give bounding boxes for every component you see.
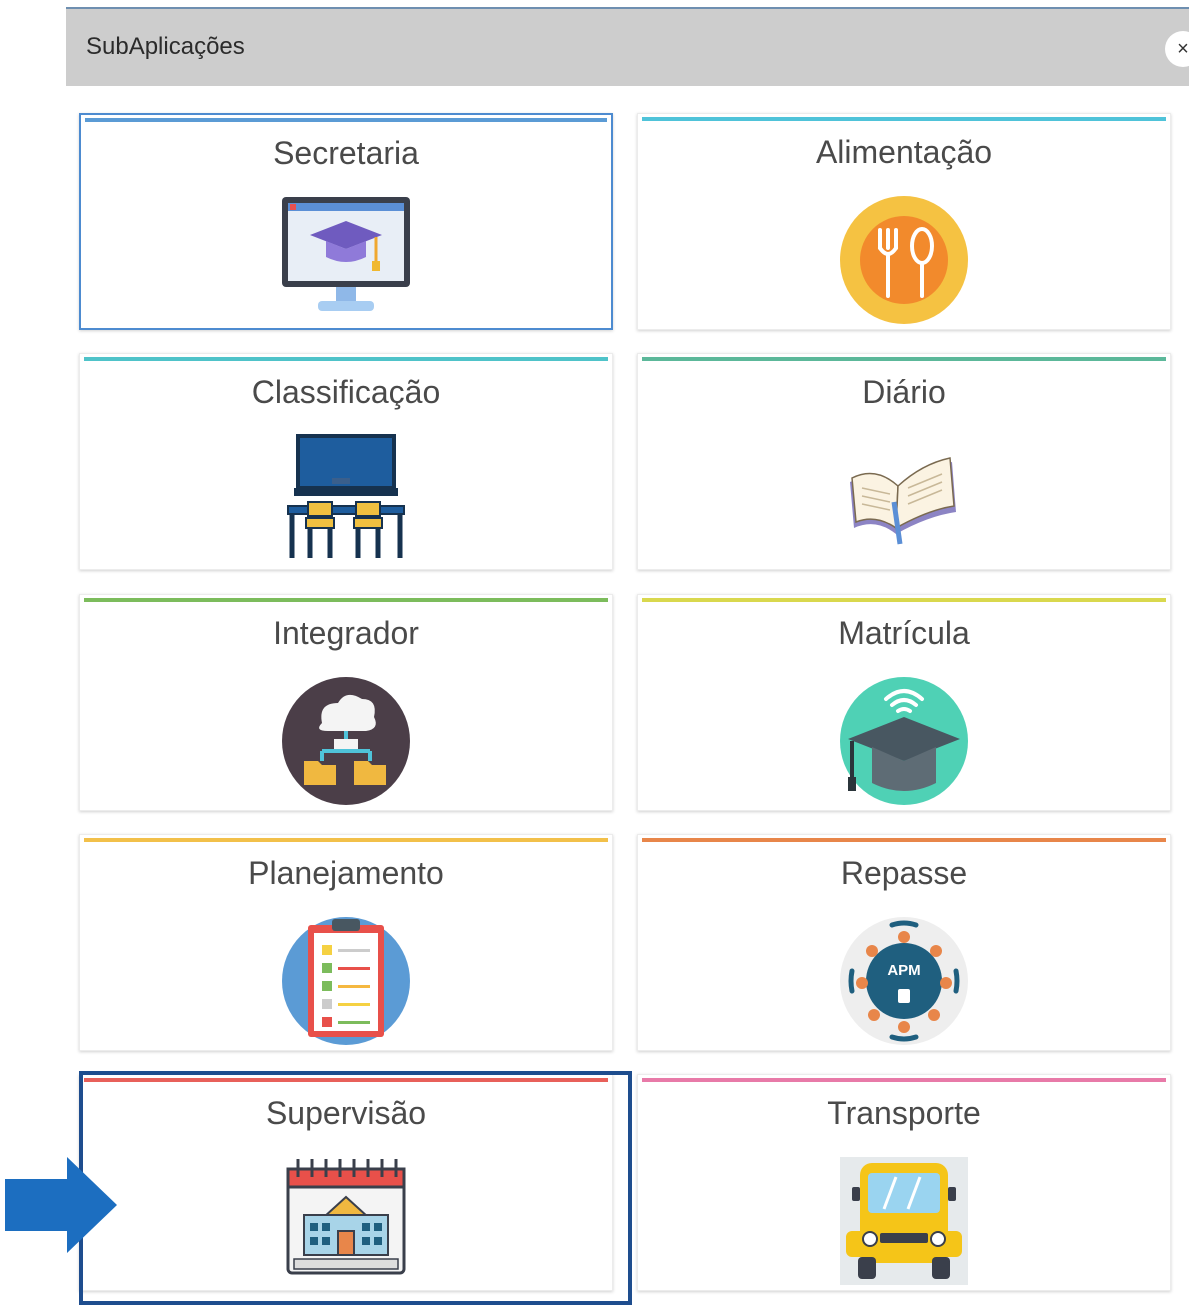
open-book-icon [850, 457, 956, 545]
card-accent-line [84, 598, 608, 602]
app-card-supervisao[interactable]: Supervisão [79, 1074, 613, 1291]
card-accent-line [84, 1078, 608, 1082]
card-accent-line [642, 357, 1166, 361]
app-label: Integrador [273, 615, 419, 651]
app-card-diario[interactable]: Diário [637, 353, 1171, 570]
app-label: Alimentação [815, 134, 993, 170]
apm-network-icon: APM [840, 917, 968, 1045]
calendar-school-icon [286, 1159, 406, 1275]
card-accent-line [642, 1078, 1166, 1082]
app-label: Matrícula [838, 615, 970, 651]
pointer-arrow-icon [5, 1157, 117, 1253]
card-accent-line [85, 118, 607, 122]
app-label: Diário [862, 374, 946, 410]
app-label: Planejamento [248, 855, 444, 891]
app-label: Transporte [827, 1095, 981, 1131]
app-label: Repasse [840, 855, 968, 891]
card-accent-line [642, 598, 1166, 602]
app-card-repasse[interactable]: Repasse APM [637, 834, 1171, 1051]
school-bus-icon [840, 1157, 968, 1285]
fork-spoon-icon [840, 196, 968, 324]
app-card-alimentacao[interactable]: Alimentação [637, 113, 1171, 330]
modal-header: SubAplicações × [66, 7, 1189, 86]
computer-graduation-icon [282, 197, 410, 311]
card-accent-line [84, 838, 608, 842]
app-label: Supervisão [265, 1095, 427, 1131]
app-card-planejamento[interactable]: Planejamento [79, 834, 613, 1051]
clipboard-checklist-icon [282, 917, 410, 1045]
graduation-cap-wifi-icon [840, 677, 968, 805]
classroom-icon [287, 434, 405, 558]
card-accent-line [84, 357, 608, 361]
card-accent-line [642, 838, 1166, 842]
app-label: Secretaria [273, 135, 419, 171]
app-card-secretaria[interactable]: Secretaria [79, 113, 613, 330]
app-card-integrador[interactable]: Integrador [79, 594, 613, 811]
app-label: Classificação [251, 374, 441, 410]
card-accent-line [642, 117, 1166, 121]
app-card-transporte[interactable]: Transporte [637, 1074, 1171, 1291]
modal-title: SubAplicações [86, 33, 245, 60]
cloud-network-icon [282, 677, 410, 805]
apm-badge-text: APM [887, 962, 920, 979]
app-card-classificacao[interactable]: Classificação [79, 353, 613, 570]
app-card-matricula[interactable]: Matrícula [637, 594, 1171, 811]
close-button[interactable]: × [1165, 31, 1189, 67]
